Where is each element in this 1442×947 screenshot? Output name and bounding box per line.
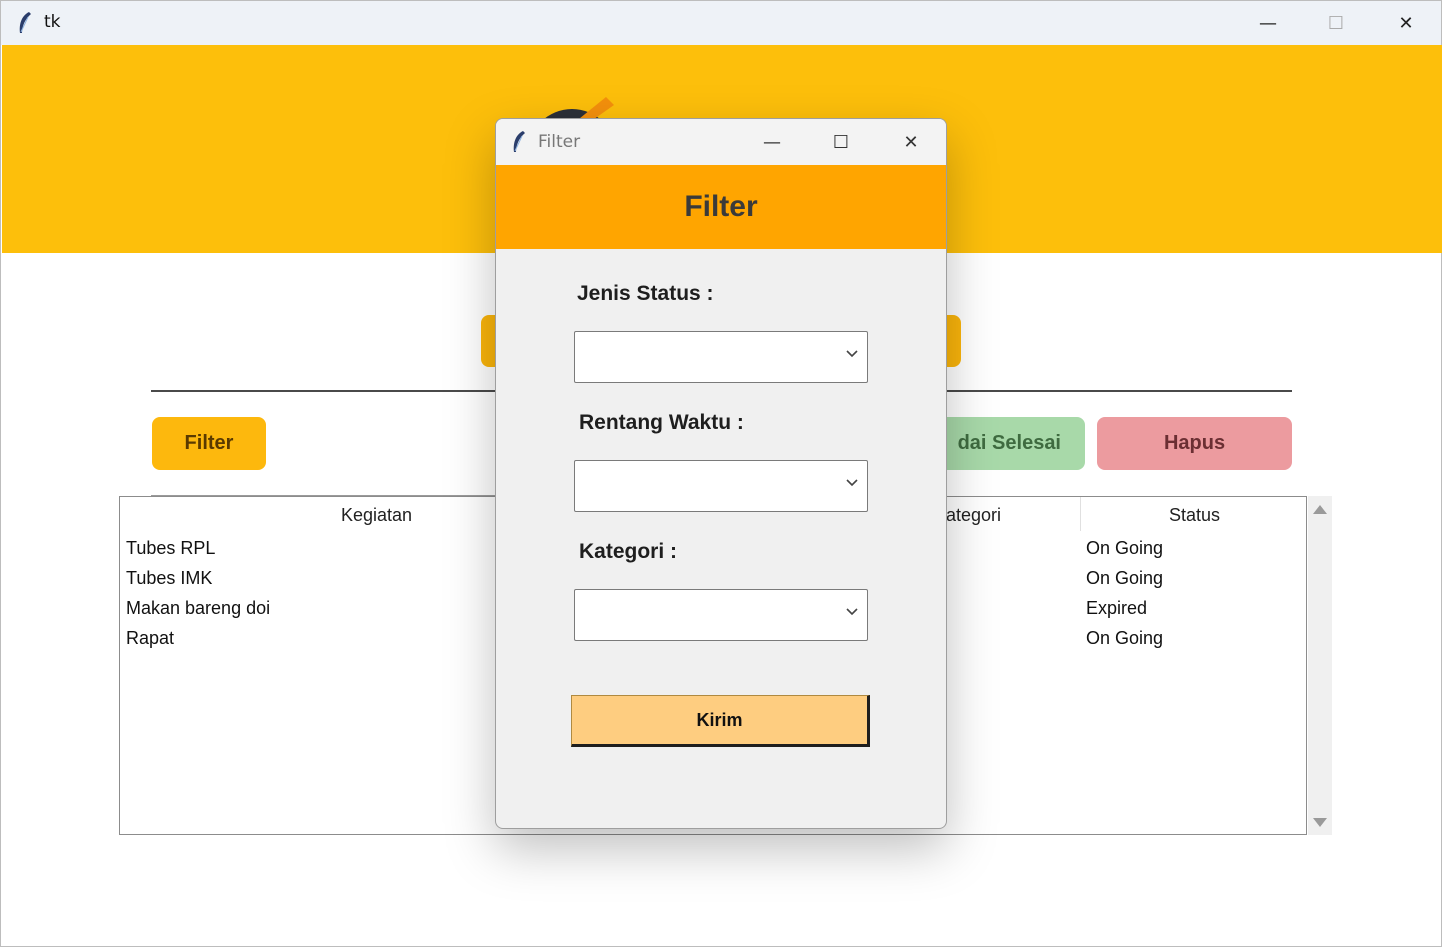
chevron-down-icon[interactable] — [845, 346, 859, 360]
feather-icon — [19, 12, 31, 33]
dialog-maximize-button[interactable]: ☐ — [806, 119, 876, 165]
jenis-status-label: Jenis Status : — [577, 282, 714, 305]
jenis-status-select[interactable] — [574, 331, 868, 383]
dialog-window-title: Filter — [538, 132, 581, 152]
dialog-heading: Filter — [684, 190, 758, 223]
kategori-select[interactable] — [574, 589, 868, 641]
dialog-minimize-button[interactable]: — — [737, 119, 807, 165]
table-cell-kegiatan[interactable]: Tubes RPL — [126, 538, 215, 559]
minimize-icon: — — [763, 131, 781, 153]
close-button[interactable]: ✕ — [1371, 1, 1441, 45]
close-icon: ✕ — [1398, 12, 1414, 34]
column-header-kategori[interactable]: ategori — [946, 505, 1001, 526]
rentang-waktu-select[interactable] — [574, 460, 868, 512]
kategori-label: Kategori : — [579, 540, 678, 563]
dialog-title-bar: Filter — ☐ ✕ — [496, 119, 946, 165]
vertical-scrollbar[interactable] — [1308, 496, 1332, 835]
column-separator — [1080, 497, 1081, 531]
maximize-icon: ☐ — [832, 131, 850, 153]
window-title: tk — [44, 12, 61, 32]
close-icon: ✕ — [903, 131, 919, 153]
feather-icon — [513, 131, 525, 152]
scroll-down-icon[interactable] — [1313, 818, 1327, 827]
title-bar: tk — ☐ ✕ — [1, 1, 1441, 45]
filter-dialog: Filter — ☐ ✕ Filter Jenis Status : Renta… — [495, 118, 947, 829]
scroll-up-icon[interactable] — [1313, 505, 1327, 514]
column-header-kegiatan[interactable]: Kegiatan — [341, 505, 412, 526]
table-cell-status[interactable]: On Going — [1086, 628, 1163, 649]
chevron-down-icon[interactable] — [845, 604, 859, 618]
minimize-icon: — — [1259, 12, 1277, 34]
rentang-waktu-label: Rentang Waktu : — [579, 411, 744, 434]
dialog-heading-banner: Filter — [496, 165, 946, 249]
table-cell-status[interactable]: On Going — [1086, 568, 1163, 589]
table-cell-kegiatan[interactable]: Tubes IMK — [126, 568, 212, 589]
table-cell-status[interactable]: On Going — [1086, 538, 1163, 559]
hapus-button[interactable]: Hapus — [1097, 417, 1292, 470]
minimize-button[interactable]: — — [1233, 1, 1303, 45]
dialog-close-button[interactable]: ✕ — [876, 119, 946, 165]
table-cell-kegiatan[interactable]: Makan bareng doi — [126, 598, 270, 619]
table-cell-kegiatan[interactable]: Rapat — [126, 628, 174, 649]
column-header-status[interactable]: Status — [1169, 505, 1220, 526]
chevron-down-icon[interactable] — [845, 475, 859, 489]
tandai-selesai-button[interactable]: dai Selesai — [931, 417, 1085, 470]
maximize-button[interactable]: ☐ — [1301, 1, 1371, 45]
filter-button[interactable]: Filter — [152, 417, 266, 470]
kirim-button[interactable]: Kirim — [571, 695, 870, 747]
table-cell-status[interactable]: Expired — [1086, 598, 1147, 619]
maximize-icon: ☐ — [1327, 12, 1345, 34]
